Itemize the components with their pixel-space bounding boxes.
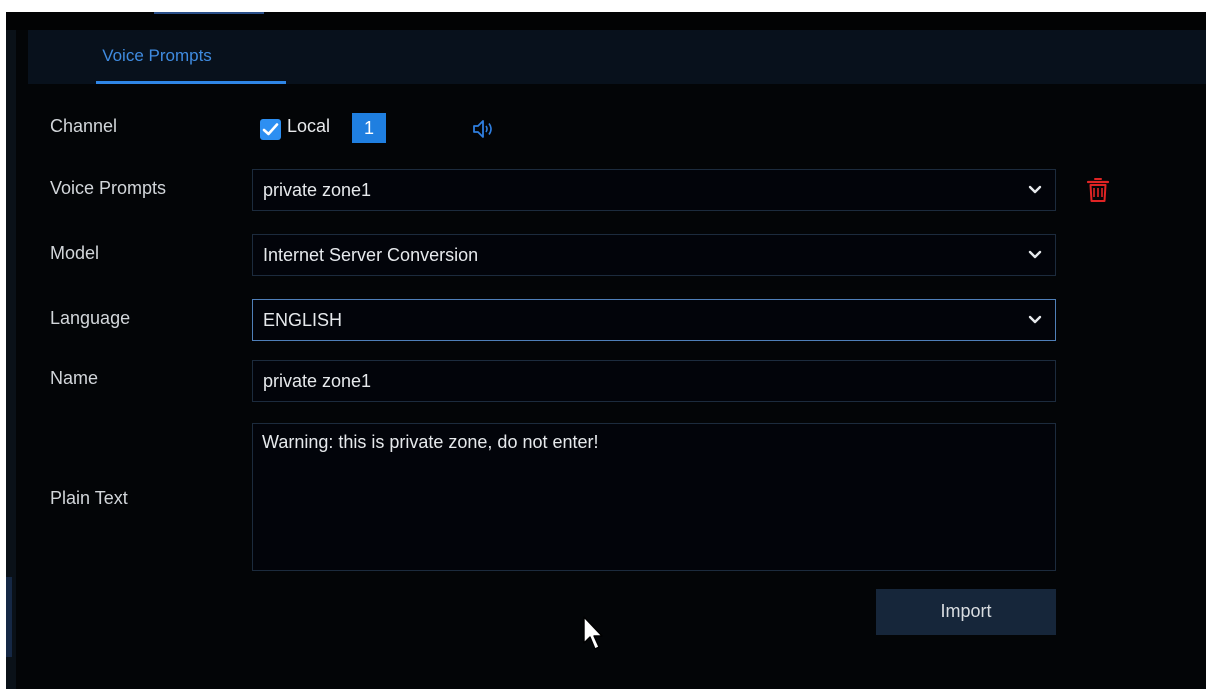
plain-text-value: Warning: this is private zone, do not en… [262, 432, 599, 452]
local-checkbox-label: Local [287, 116, 331, 136]
import-button[interactable]: Import [876, 589, 1056, 635]
chevron-down-icon [1028, 250, 1042, 259]
name-value: private zone1 [263, 371, 372, 391]
name-label: Name [50, 368, 99, 388]
left-edge-accent [6, 577, 12, 657]
trash-icon[interactable] [1086, 176, 1110, 204]
language-label: Language [50, 308, 131, 328]
tab-label: Voice Prompts [102, 46, 212, 65]
top-accent-line [154, 12, 264, 14]
model-label: Model [50, 243, 100, 263]
language-select[interactable]: ENGLISH [252, 299, 1056, 341]
tab-bar: Voice Prompts [28, 30, 1206, 84]
voice-prompts-value: private zone1 [263, 180, 372, 200]
chevron-down-icon [1028, 315, 1042, 324]
voice-prompts-label: Voice Prompts [50, 178, 167, 198]
chevron-down-icon [1028, 185, 1042, 194]
voice-prompts-select[interactable]: private zone1 [252, 169, 1056, 211]
plain-text-label: Plain Text [50, 488, 128, 508]
language-value: ENGLISH [263, 310, 343, 330]
name-input[interactable]: private zone1 [252, 360, 1056, 402]
plain-text-textarea[interactable]: Warning: this is private zone, do not en… [252, 423, 1056, 571]
tab-active-underline [96, 81, 286, 84]
mouse-pointer-icon [582, 615, 604, 653]
tab-voice-prompts[interactable]: Voice Prompts [62, 30, 286, 84]
top-strip [6, 12, 1206, 30]
model-value: Internet Server Conversion [263, 245, 479, 265]
voice-prompts-screen: Voice Prompts Channel Local 1 Voice Prom… [6, 12, 1206, 689]
speaker-icon[interactable] [472, 118, 496, 140]
channel-1-button[interactable]: 1 [352, 113, 386, 143]
channel-label: Channel [50, 116, 118, 136]
model-select[interactable]: Internet Server Conversion [252, 234, 1056, 276]
local-checkbox[interactable] [260, 119, 281, 140]
checkmark-icon [262, 123, 279, 136]
